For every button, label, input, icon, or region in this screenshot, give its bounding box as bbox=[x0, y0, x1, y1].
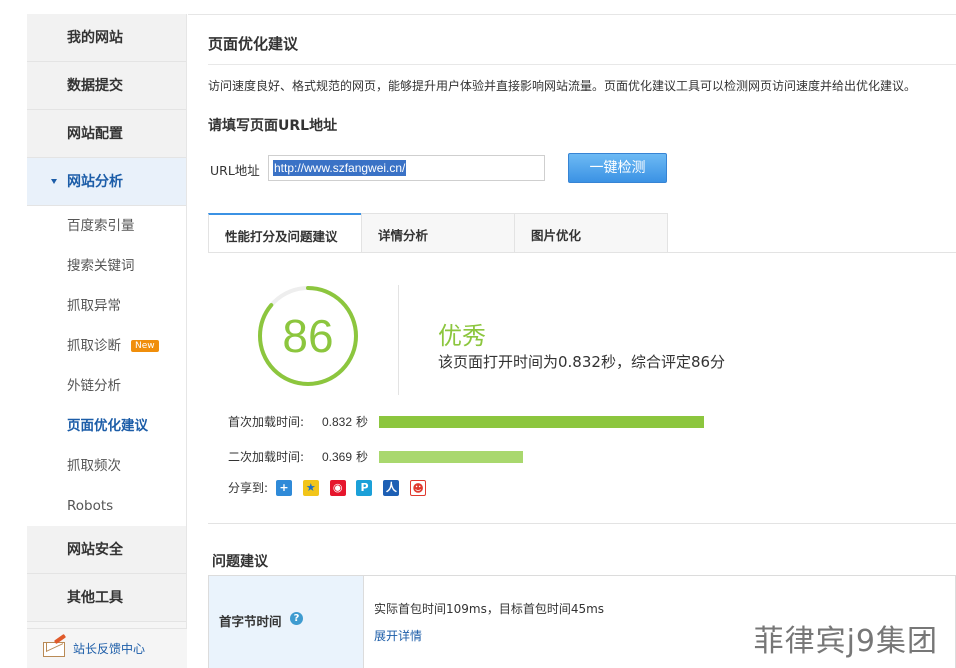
expand-details-link[interactable]: 展开详情 bbox=[374, 627, 422, 644]
load-unit: 秒 bbox=[356, 415, 369, 429]
sidebar-item-label: Robots bbox=[67, 498, 114, 514]
tab-label: 图片优化 bbox=[531, 228, 582, 243]
qzone-plus-icon[interactable]: + bbox=[276, 480, 292, 496]
sidebar-item-crawl-errors[interactable]: 抓取异常 bbox=[27, 286, 186, 326]
tab-label: 性能打分及问题建议 bbox=[225, 229, 338, 244]
score-summary: 该页面打开时间为0.832秒，综合评定86分 bbox=[438, 353, 726, 371]
check-button[interactable]: 一键检测 bbox=[568, 153, 667, 183]
page-title: 页面优化建议 bbox=[208, 35, 299, 53]
url-input[interactable]: http://www.szfangwei.cn/ bbox=[268, 155, 545, 181]
load-label: 首次加载时间: bbox=[228, 415, 305, 429]
section-divider bbox=[208, 523, 956, 524]
sidebar-section-site-config[interactable]: 网站配置 bbox=[27, 110, 186, 158]
top-border bbox=[188, 14, 956, 15]
weibo-icon[interactable]: ◉ bbox=[329, 480, 346, 496]
sidebar-item-label: 外链分析 bbox=[67, 378, 121, 394]
sidebar: 我的网站 数据提交 网站配置 网站分析 百度索引量 搜索关键词 抓取异常 抓取诊… bbox=[27, 14, 187, 668]
page-description: 访问速度良好、格式规范的网页，能够提升用户体验并直接影响网站流量。页面优化建议工… bbox=[208, 79, 917, 93]
score-divider bbox=[398, 285, 399, 395]
load-unit: 秒 bbox=[356, 450, 369, 464]
sidebar-item-label: 百度索引量 bbox=[67, 218, 135, 234]
issue-head: 首字节时间 ? bbox=[209, 576, 364, 668]
share-row: 分享到: + ★ ◉ P 人 ☻ bbox=[228, 480, 427, 496]
sidebar-section-label: 数据提交 bbox=[67, 78, 123, 94]
issues-title: 问题建议 bbox=[212, 554, 268, 570]
sidebar-item-robots[interactable]: Robots bbox=[27, 486, 186, 526]
sidebar-item-page-optimization[interactable]: 页面优化建议 bbox=[27, 406, 186, 446]
url-heading: 请填写页面URL地址 bbox=[208, 118, 338, 134]
share-label: 分享到: bbox=[228, 481, 269, 495]
mail-icon bbox=[43, 642, 65, 657]
kaixin-icon[interactable]: ☻ bbox=[410, 480, 427, 496]
qq-star-icon[interactable]: ★ bbox=[302, 480, 319, 496]
sidebar-section-label: 其他工具 bbox=[67, 590, 123, 606]
divider bbox=[208, 64, 956, 65]
feedback-center-link[interactable]: 站长反馈中心 bbox=[27, 628, 187, 668]
tab-image-optimization[interactable]: 图片优化 bbox=[514, 213, 668, 253]
sidebar-item-label: 页面优化建议 bbox=[67, 418, 148, 434]
score-value: 86 bbox=[282, 310, 334, 362]
sidebar-section-site-analysis[interactable]: 网站分析 bbox=[27, 158, 186, 206]
first-load-bar bbox=[379, 416, 704, 428]
tab-label: 详情分析 bbox=[378, 228, 429, 243]
renren-icon[interactable]: 人 bbox=[383, 480, 400, 496]
load-label: 二次加载时间: bbox=[228, 450, 305, 464]
sidebar-section-label: 网站配置 bbox=[67, 126, 123, 142]
tab-detail-analysis[interactable]: 详情分析 bbox=[361, 213, 515, 253]
score-grade: 优秀 bbox=[438, 322, 486, 350]
sidebar-sub-list: 百度索引量 搜索关键词 抓取异常 抓取诊断 New 外链分析 页面优化建议 抓取频… bbox=[27, 206, 186, 526]
load-value: 0.369 bbox=[322, 450, 353, 464]
feedback-label: 站长反馈中心 bbox=[73, 642, 146, 656]
url-input-value: http://www.szfangwei.cn/ bbox=[273, 160, 407, 176]
second-load-bar bbox=[379, 451, 523, 463]
main-content: 页面优化建议 访问速度良好、格式规范的网页，能够提升用户体验并直接影响网站流量。… bbox=[188, 14, 956, 668]
score-gauge: 86 bbox=[256, 284, 360, 388]
sidebar-section-label: 网站分析 bbox=[67, 174, 123, 190]
sidebar-section-data-submit[interactable]: 数据提交 bbox=[27, 62, 186, 110]
caret-down-icon bbox=[51, 179, 57, 184]
sidebar-section-site-security[interactable]: 网站安全 bbox=[27, 526, 186, 574]
sidebar-section-label: 网站安全 bbox=[67, 542, 123, 558]
issue-name: 首字节时间 bbox=[219, 614, 282, 629]
help-icon[interactable]: ? bbox=[290, 612, 303, 625]
sidebar-section-my-sites[interactable]: 我的网站 bbox=[27, 14, 186, 62]
sidebar-section-label: 我的网站 bbox=[67, 30, 123, 46]
sidebar-item-crawl-frequency[interactable]: 抓取频次 bbox=[27, 446, 186, 486]
sidebar-item-label: 抓取诊断 bbox=[67, 338, 121, 354]
new-badge: New bbox=[131, 340, 159, 352]
tabs-underline bbox=[208, 252, 956, 253]
sidebar-item-search-keywords[interactable]: 搜索关键词 bbox=[27, 246, 186, 286]
sidebar-item-crawl-diagnosis[interactable]: 抓取诊断 New bbox=[27, 326, 186, 366]
url-label: URL地址 bbox=[210, 163, 260, 178]
share-icons: + ★ ◉ P 人 ☻ bbox=[276, 480, 433, 496]
sidebar-item-label: 抓取异常 bbox=[67, 298, 121, 314]
sidebar-item-index-volume[interactable]: 百度索引量 bbox=[27, 206, 186, 246]
sidebar-item-label: 抓取频次 bbox=[67, 458, 121, 474]
sidebar-item-label: 搜索关键词 bbox=[67, 258, 135, 274]
tencent-weibo-icon[interactable]: P bbox=[356, 480, 373, 496]
issue-text: 实际首包时间109ms，目标首包时间45ms bbox=[374, 602, 605, 616]
sidebar-item-backlinks[interactable]: 外链分析 bbox=[27, 366, 186, 406]
load-value: 0.832 bbox=[322, 415, 353, 429]
tab-performance-score[interactable]: 性能打分及问题建议 bbox=[208, 213, 362, 253]
watermark: 菲律宾j9集团 bbox=[753, 624, 938, 659]
sidebar-section-other-tools[interactable]: 其他工具 bbox=[27, 574, 186, 622]
